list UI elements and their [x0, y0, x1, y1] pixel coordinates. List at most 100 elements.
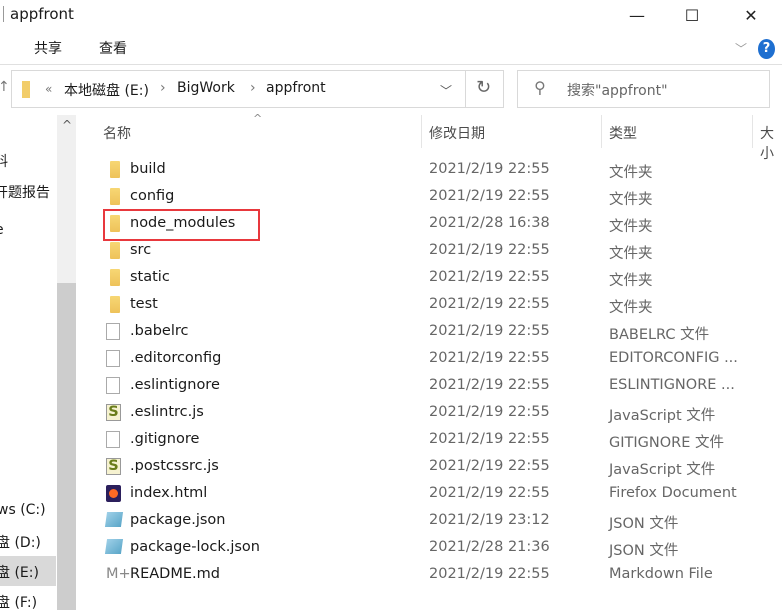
breadcrumb-drive-e[interactable]: 本地磁盘 (E:) [64, 80, 149, 100]
file-name: static [130, 269, 170, 285]
file-date: 2021/2/19 22:55 [429, 269, 550, 285]
close-button[interactable]: ✕ [722, 0, 780, 30]
column-header-name[interactable]: 名称 [103, 123, 131, 143]
maximize-button[interactable]: ☐ [663, 0, 721, 30]
folder-icon [110, 269, 120, 286]
folder-icon [110, 296, 120, 313]
file-type: JavaScript 文件 [609, 408, 716, 424]
file-name: .eslintrc.js [130, 404, 204, 420]
file-name: src [130, 242, 152, 258]
file-icon [106, 323, 120, 340]
up-arrow-icon[interactable]: ↑ [0, 79, 10, 95]
scroll-up-icon[interactable]: ^ [62, 118, 72, 132]
file-row[interactable]: build 2021/2/19 22:55 文件夹 [100, 157, 780, 184]
file-date: 2021/2/19 22:55 [429, 485, 550, 501]
tab-share[interactable]: 共享 [34, 38, 62, 58]
breadcrumb-separator: › [160, 80, 166, 96]
sort-ascending-icon: ^ [253, 112, 263, 125]
column-divider[interactable] [421, 115, 422, 148]
file-date: 2021/2/19 22:55 [429, 188, 550, 204]
column-divider[interactable] [752, 115, 753, 148]
file-row[interactable]: src 2021/2/19 22:55 文件夹 [100, 238, 780, 265]
file-type: JSON 文件 [609, 516, 679, 532]
file-type: 文件夹 [609, 219, 653, 235]
file-name: package.json [130, 512, 226, 528]
file-row[interactable]: package-lock.json 2021/2/28 21:36 JSON 文件 [100, 535, 780, 562]
sidebar-item[interactable]: e [0, 222, 4, 238]
js-file-icon: S [106, 458, 121, 475]
file-row[interactable]: S .postcssrc.js 2021/2/19 22:55 JavaScript … [100, 454, 780, 481]
column-divider[interactable] [601, 115, 602, 148]
file-date: 2021/2/19 22:55 [429, 404, 550, 420]
sidebar-scroll-thumb[interactable] [57, 283, 76, 610]
js-file-icon: S [106, 404, 121, 421]
file-date: 2021/2/19 23:12 [429, 512, 550, 528]
sidebar-item-drive-d[interactable]: 盘 (D:) [0, 532, 41, 552]
sidebar-item[interactable]: 料 [0, 151, 8, 171]
sidebar-item-drive-f[interactable]: 盘 (F:) [0, 592, 37, 612]
file-row[interactable]: index.html 2021/2/19 22:55 Firefox Documen… [100, 481, 780, 508]
file-name: config [130, 188, 175, 204]
file-date: 2021/2/19 22:55 [429, 350, 550, 366]
file-name: .gitignore [130, 431, 200, 447]
file-row[interactable]: .babelrc 2021/2/19 22:55 BABELRC 文件 [100, 319, 780, 346]
file-date: 2021/2/19 22:55 [429, 431, 550, 447]
address-divider [465, 71, 466, 107]
file-type: BABELRC 文件 [609, 327, 710, 343]
markdown-file-icon: M+ [106, 566, 131, 582]
breadcrumb-separator: › [250, 80, 256, 96]
breadcrumb-bigwork[interactable]: BigWork [177, 80, 235, 96]
sidebar-item-drive-c[interactable]: ws (C:) [0, 502, 46, 518]
sidebar-item[interactable]: 开题报告 [0, 182, 50, 202]
file-name: .postcssrc.js [130, 458, 219, 474]
folder-icon [110, 242, 120, 259]
file-row[interactable]: .gitignore 2021/2/19 22:55 GITIGNORE 文件 [100, 427, 780, 454]
search-placeholder: 搜索"appfront" [567, 83, 668, 99]
file-type: Firefox Document [609, 485, 737, 501]
file-row[interactable]: package.json 2021/2/19 23:12 JSON 文件 [100, 508, 780, 535]
help-icon[interactable]: ? [758, 39, 775, 59]
file-row[interactable]: .editorconfig 2021/2/19 22:55 EDITORCONFIG… [100, 346, 780, 373]
sidebar-item-drive-e[interactable]: 盘 (E:) [0, 562, 39, 582]
column-header-date[interactable]: 修改日期 [429, 123, 485, 143]
file-type: 文件夹 [609, 273, 653, 289]
file-name: .editorconfig [130, 350, 222, 366]
breadcrumb-overflow[interactable]: « [45, 82, 52, 96]
file-row[interactable]: .eslintignore 2021/2/19 22:55 ESLINTIGNORE… [100, 373, 780, 400]
file-name: build [130, 161, 166, 177]
breadcrumb-appfront[interactable]: appfront [266, 80, 326, 96]
file-type: 文件夹 [609, 246, 653, 262]
file-date: 2021/2/19 22:55 [429, 566, 550, 582]
file-row[interactable]: static 2021/2/19 22:55 文件夹 [100, 265, 780, 292]
file-type: 文件夹 [609, 300, 653, 316]
file-row[interactable]: config 2021/2/19 22:55 文件夹 [100, 184, 780, 211]
file-date: 2021/2/19 22:55 [429, 458, 550, 474]
file-type: 文件夹 [609, 192, 653, 208]
tab-view[interactable]: 查看 [99, 38, 127, 58]
refresh-icon[interactable]: ↻ [476, 77, 491, 98]
ribbon-divider [0, 64, 782, 65]
column-header-type[interactable]: 类型 [609, 123, 637, 143]
file-date: 2021/2/19 22:55 [429, 377, 550, 393]
file-date: 2021/2/28 21:36 [429, 539, 550, 555]
file-row[interactable]: M+ README.md 2021/2/19 22:55 Markdown File [100, 562, 780, 589]
sidebar-item[interactable]: ： [0, 291, 6, 311]
file-date: 2021/2/28 16:38 [429, 215, 550, 231]
folder-icon [110, 188, 120, 205]
titlebar-divider [3, 6, 4, 22]
file-row[interactable]: S .eslintrc.js 2021/2/19 22:55 JavaScript 文… [100, 400, 780, 427]
file-type: 文件夹 [609, 165, 653, 181]
highlight-box [103, 209, 260, 241]
file-icon [106, 431, 120, 448]
firefox-file-icon [106, 485, 121, 502]
ribbon-expand-icon[interactable]: ﹀ [735, 40, 747, 57]
file-name: package-lock.json [130, 539, 260, 555]
file-name: index.html [130, 485, 208, 501]
json-file-icon [104, 539, 124, 554]
minimize-button[interactable]: — [608, 0, 666, 30]
file-row[interactable]: test 2021/2/19 22:55 文件夹 [100, 292, 780, 319]
file-date: 2021/2/19 22:55 [429, 242, 550, 258]
file-type: JSON 文件 [609, 543, 679, 559]
address-dropdown-icon[interactable]: ﹀ [440, 82, 452, 99]
file-date: 2021/2/19 22:55 [429, 323, 550, 339]
